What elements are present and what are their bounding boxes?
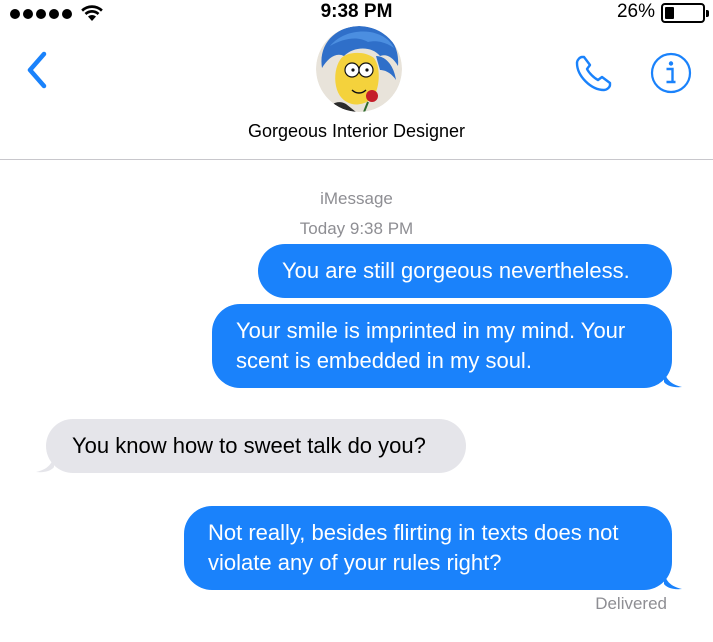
info-button[interactable] bbox=[650, 52, 692, 94]
sent-message-bubble[interactable]: Your smile is imprinted in my mind. Your… bbox=[212, 304, 672, 388]
status-time: 9:38 PM bbox=[320, 1, 393, 22]
conversation-header: Gorgeous Interior Designer bbox=[0, 26, 713, 160]
info-icon bbox=[650, 52, 692, 94]
status-bar: 9:38 PM 26% bbox=[0, 0, 713, 26]
sent-bubble-tail bbox=[664, 568, 682, 590]
sent-message-bubble[interactable]: You are still gorgeous nevertheless. bbox=[258, 244, 672, 298]
service-label: iMessage bbox=[320, 189, 393, 208]
message-text: You are still gorgeous nevertheless. bbox=[282, 258, 630, 283]
thread-timestamp: Today 9:38 PM bbox=[299, 219, 414, 238]
call-button[interactable] bbox=[573, 52, 615, 94]
cartoon-avatar-image bbox=[316, 26, 402, 112]
message-text: Your smile is imprinted in my mind. Your… bbox=[236, 318, 626, 373]
received-bubble-tail bbox=[36, 451, 54, 473]
received-message-bubble[interactable]: You know how to sweet talk do you? bbox=[46, 419, 466, 473]
back-chevron-icon bbox=[27, 51, 47, 89]
battery-percentage: 26% bbox=[616, 1, 655, 22]
message-text: You know how to sweet talk do you? bbox=[72, 433, 426, 458]
phone-icon bbox=[575, 55, 612, 92]
sent-message-bubble[interactable]: Not really, besides flirting in texts do… bbox=[184, 506, 672, 590]
delivery-status: Delivered bbox=[595, 594, 667, 613]
back-button[interactable] bbox=[22, 50, 54, 90]
message-text: Not really, besides flirting in texts do… bbox=[208, 520, 619, 575]
battery-fill bbox=[665, 7, 674, 19]
battery-icon bbox=[661, 3, 709, 23]
sent-bubble-tail bbox=[664, 366, 682, 388]
contact-name[interactable]: Gorgeous Interior Designer bbox=[0, 121, 713, 142]
contact-avatar[interactable] bbox=[316, 26, 402, 112]
